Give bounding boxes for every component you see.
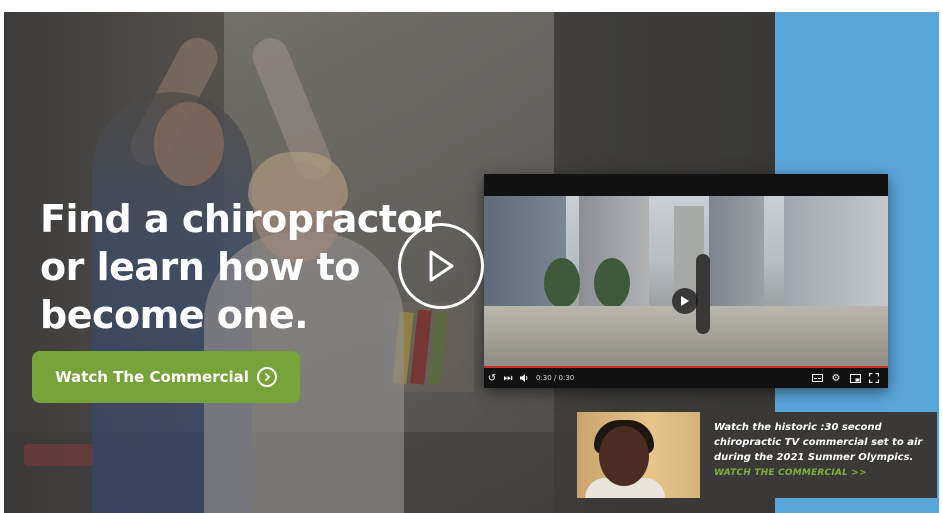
headline-line: or learn how to [40, 245, 360, 289]
video-scene-tree [544, 258, 580, 308]
commercial-promo-card[interactable]: Watch the historic :30 second chiropract… [577, 412, 937, 498]
volume-icon[interactable] [516, 370, 532, 386]
video-controls: ↺ ⏭ 0:30 / 0:30 ⚙ [484, 368, 888, 388]
pip-icon[interactable] [847, 370, 863, 386]
promo-text: Watch the historic :30 second chiropract… [700, 412, 937, 498]
video-frame[interactable] [484, 196, 888, 366]
replay-icon[interactable]: ↺ [484, 370, 500, 386]
fullscreen-icon[interactable] [866, 370, 882, 386]
background-toy [24, 444, 94, 466]
hero-headline: Find a chiropractor or learn how to beco… [40, 195, 441, 339]
video-player[interactable]: ↺ ⏭ 0:30 / 0:30 ⚙ [484, 174, 888, 388]
background-chiropractor-head [154, 102, 224, 186]
captions-icon[interactable] [809, 370, 825, 386]
settings-icon[interactable]: ⚙ [828, 370, 844, 386]
play-icon[interactable] [672, 288, 698, 314]
promo-photo-face [599, 426, 649, 486]
headline-line: Find a chiropractor [40, 197, 441, 241]
watch-commercial-link[interactable]: WATCH THE COMMERCIAL >> [714, 468, 929, 478]
video-scene-building [784, 196, 888, 306]
video-controls-right: ⚙ [809, 370, 888, 386]
watch-commercial-button[interactable]: Watch The Commercial [32, 351, 300, 403]
skip-icon[interactable]: ⏭ [500, 370, 516, 386]
chevron-right-circle-icon [256, 367, 277, 387]
watch-commercial-label: Watch The Commercial [55, 368, 249, 386]
play-circle-icon[interactable] [398, 223, 484, 309]
headline-line: become one. [40, 293, 309, 337]
promo-photo [577, 412, 700, 498]
page: Find a chiropractor or learn how to beco… [0, 0, 943, 513]
video-scene-tree [594, 258, 630, 308]
video-scene-road [484, 306, 888, 366]
promo-description: Watch the historic :30 second chiropract… [714, 422, 923, 463]
video-scene-runner [696, 254, 710, 334]
video-scene-building [709, 196, 764, 306]
video-time: 0:30 / 0:30 [536, 374, 575, 382]
